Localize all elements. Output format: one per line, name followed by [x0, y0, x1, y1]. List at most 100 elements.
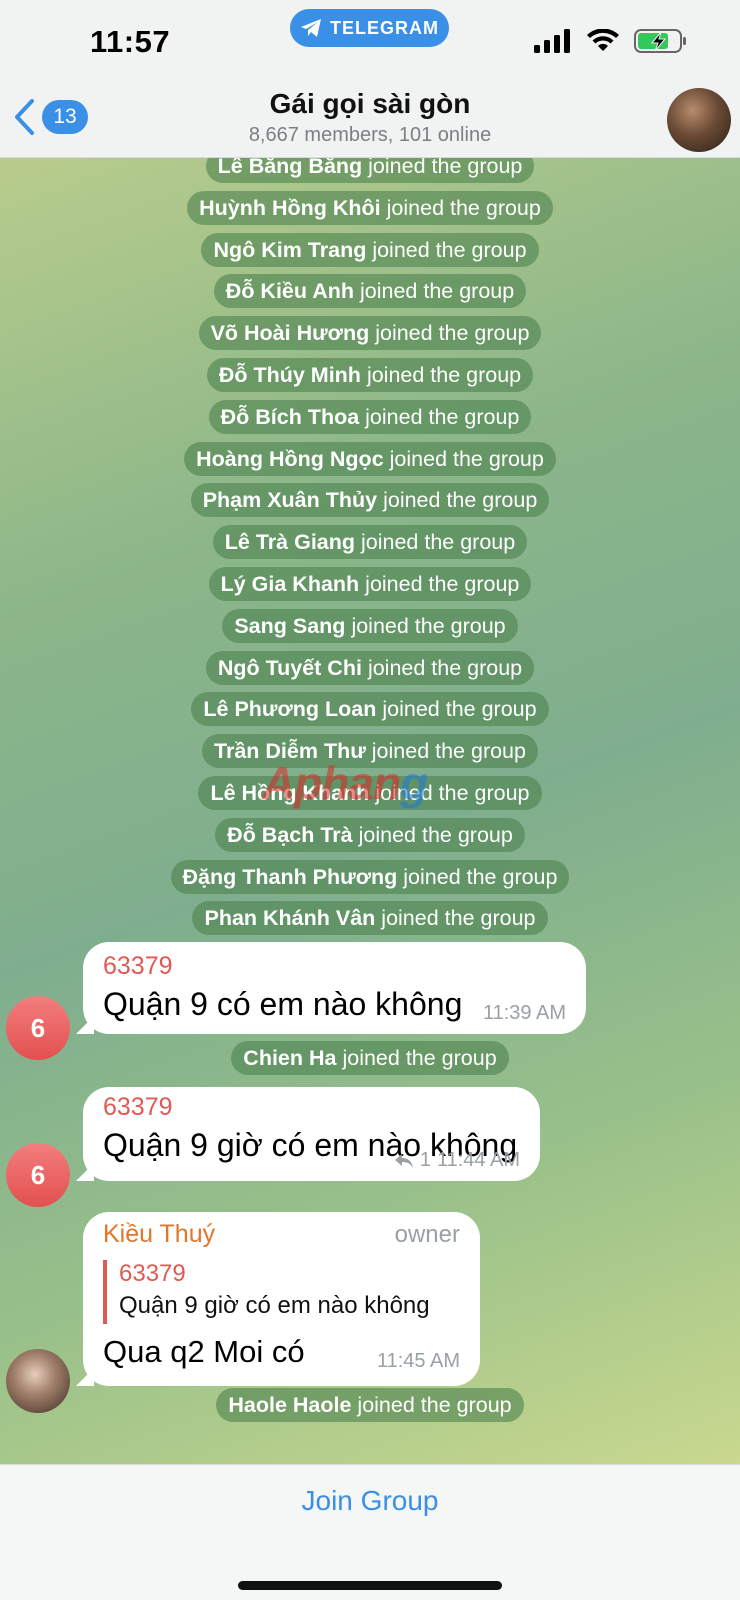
joined-user-name[interactable]: Đỗ Bích Thoa — [221, 405, 360, 429]
service-message: Chien Ha joined the group — [0, 1041, 740, 1075]
service-message: Đỗ Bích Thoa joined the group — [0, 399, 740, 434]
sender-name[interactable]: 63379 — [103, 952, 173, 981]
status-time: 11:57 — [90, 24, 171, 59]
telegram-pill[interactable]: TELEGRAM — [290, 9, 449, 47]
role-label: owner — [394, 1221, 460, 1248]
service-message: Hoàng Hồng Ngọc joined the group — [0, 441, 740, 476]
home-indicator — [238, 1581, 502, 1590]
message-bubble[interactable]: Kiều Thuý owner 63379 Quận 9 giờ có em n… — [83, 1212, 480, 1386]
service-message: Lê Phương Loan joined the group — [0, 692, 740, 727]
watermark-part: g — [400, 757, 428, 809]
joined-user-name[interactable]: Đặng Thanh Phương — [183, 865, 398, 889]
time-label: 11:45 AM — [376, 1350, 460, 1372]
join-suffix: joined the group — [359, 279, 515, 304]
join-suffix: joined the group — [361, 530, 516, 555]
join-pill: Đỗ Kiều Anh joined the group — [213, 274, 527, 309]
top-bar: 11:57 TELEGRAM 13 Gái gọi sài gòn 8,667 … — [0, 0, 740, 158]
joined-user-name[interactable]: Đỗ Thúy Minh — [219, 363, 361, 387]
chat-area[interactable]: Lê Băng Băng joined the group Huỳnh Hồng … — [0, 158, 740, 1464]
chat-subtitle: 8,667 members, 101 online — [248, 124, 492, 146]
telegram-icon — [301, 19, 321, 37]
signal-icon — [534, 29, 570, 53]
reply-arrow-icon — [394, 1153, 413, 1168]
joined-user-name[interactable]: Huỳnh Hồng Khôi — [199, 196, 381, 220]
join-suffix: joined the group — [366, 363, 522, 387]
joined-user-name[interactable]: Chien Ha — [243, 1046, 336, 1070]
joined-user-name[interactable]: Lê Phương Loan — [203, 697, 376, 721]
joined-user-name[interactable]: Haole Haole — [228, 1393, 351, 1417]
joined-user-name[interactable]: Ngô Tuyết Chi — [218, 656, 362, 680]
time-label: 11:39 AM — [482, 1002, 566, 1024]
telegram-pill-label: TELEGRAM — [330, 17, 439, 38]
join-suffix: joined the group — [351, 613, 506, 638]
sender-name[interactable]: Kiều Thuý — [103, 1220, 215, 1249]
service-message: Ngô Kim Trang joined the group — [0, 232, 740, 267]
reply-count[interactable]: 1 — [420, 1149, 431, 1172]
service-message: Lý Gia Khanh joined the group — [0, 567, 740, 601]
join-pill: Haole Haole joined the group — [216, 1388, 524, 1422]
service-message: Phan Khánh Vân joined the group — [0, 901, 740, 936]
system-icons — [534, 28, 688, 54]
sender-name[interactable]: 63379 — [103, 1093, 173, 1122]
join-pill: Đỗ Bích Thoa joined the group — [208, 399, 532, 434]
service-message: Lê Băng Băng joined the group — [0, 158, 740, 183]
service-message: Phạm Xuân Thủy joined the group — [0, 483, 740, 518]
join-pill: Lê Băng Băng joined the group — [205, 158, 535, 183]
joined-user-name[interactable]: Lê Băng Băng — [218, 158, 363, 178]
service-message: Đặng Thanh Phương joined the group — [0, 859, 740, 894]
join-suffix: joined the group — [386, 195, 541, 220]
service-message: Sang Sang joined the group — [0, 608, 740, 643]
join-suffix: joined the group — [368, 158, 523, 178]
join-pill: Đỗ Thúy Minh joined the group — [206, 358, 534, 392]
message-time: 11:45 AM — [377, 1350, 460, 1373]
join-suffix: joined the group — [375, 321, 530, 346]
message-time: 11:39 AM — [483, 1002, 566, 1025]
join-suffix: joined the group — [403, 864, 558, 889]
join-suffix: joined the group — [357, 1393, 512, 1417]
join-suffix: joined the group — [389, 446, 544, 471]
join-pill: Ngô Tuyết Chi joined the group — [205, 650, 535, 685]
service-message: Ngô Tuyết Chi joined the group — [0, 650, 740, 685]
joined-user-name[interactable]: Lý Gia Khanh — [221, 572, 360, 596]
join-pill: Đỗ Bạch Trà joined the group — [215, 817, 525, 852]
joined-user-name[interactable]: Phạm Xuân Thủy — [203, 488, 377, 512]
join-group-button[interactable]: Join Group — [0, 1485, 740, 1517]
join-pill: Sang Sang joined the group — [222, 608, 518, 643]
join-pill: Võ Hoài Hương joined the group — [198, 316, 542, 351]
join-suffix: joined the group — [358, 822, 513, 847]
message-meta: 1 11:44 AM — [394, 1149, 520, 1172]
joined-user-name[interactable]: Đỗ Bạch Trà — [227, 823, 352, 847]
chat-title[interactable]: Gái gọi sài gòn — [0, 88, 740, 120]
join-suffix: joined the group — [342, 1046, 497, 1070]
message-bubble[interactable]: 63379 Quận 9 có em nào không 11:39 AM — [83, 942, 586, 1034]
joined-user-name[interactable]: Võ Hoài Hương — [211, 321, 370, 345]
reply-text: Quận 9 giờ có em nào không — [119, 1292, 430, 1319]
joined-user-name[interactable]: Phan Khánh Vân — [204, 906, 375, 930]
service-message: Đỗ Kiều Anh joined the group — [0, 274, 740, 309]
join-suffix: joined the group — [365, 404, 520, 429]
time-label: 11:44 AM — [436, 1149, 520, 1171]
join-pill: Huỳnh Hồng Khôi joined the group — [187, 190, 553, 225]
join-suffix: joined the group — [381, 906, 536, 931]
watermark-part: Aphan — [262, 757, 401, 809]
join-pill: Lê Phương Loan joined the group — [191, 692, 549, 727]
bottom-bar: Join Group — [0, 1464, 740, 1600]
join-pill: Lê Trà Giang joined the group — [212, 525, 528, 560]
joined-user-name[interactable]: Lê Trà Giang — [225, 530, 355, 554]
message-bubble[interactable]: 63379 Quận 9 giờ có em nào không 1 11:44… — [83, 1087, 540, 1181]
joined-user-name[interactable]: Hoàng Hồng Ngọc — [196, 447, 384, 471]
group-avatar[interactable] — [667, 88, 731, 152]
service-message: Lê Trà Giang joined the group — [0, 525, 740, 560]
wifi-icon — [587, 29, 619, 51]
joined-user-name[interactable]: Ngô Kim Trang — [213, 238, 366, 262]
message-text: Quận 9 có em nào không — [103, 986, 463, 1022]
service-message: Đỗ Thúy Minh joined the group — [0, 358, 740, 392]
joined-user-name[interactable]: Sang Sang — [234, 614, 345, 638]
service-message: Võ Hoài Hương joined the group — [0, 316, 740, 351]
join-pill: Đặng Thanh Phương joined the group — [170, 859, 570, 894]
joined-user-name[interactable]: Đỗ Kiều Anh — [226, 279, 354, 303]
sender-avatar[interactable]: 6 — [6, 1143, 70, 1207]
reply-preview[interactable]: 63379 Quận 9 giờ có em nào không — [103, 1260, 430, 1324]
join-pill: Phan Khánh Vân joined the group — [192, 901, 548, 936]
join-suffix: joined the group — [365, 572, 520, 596]
